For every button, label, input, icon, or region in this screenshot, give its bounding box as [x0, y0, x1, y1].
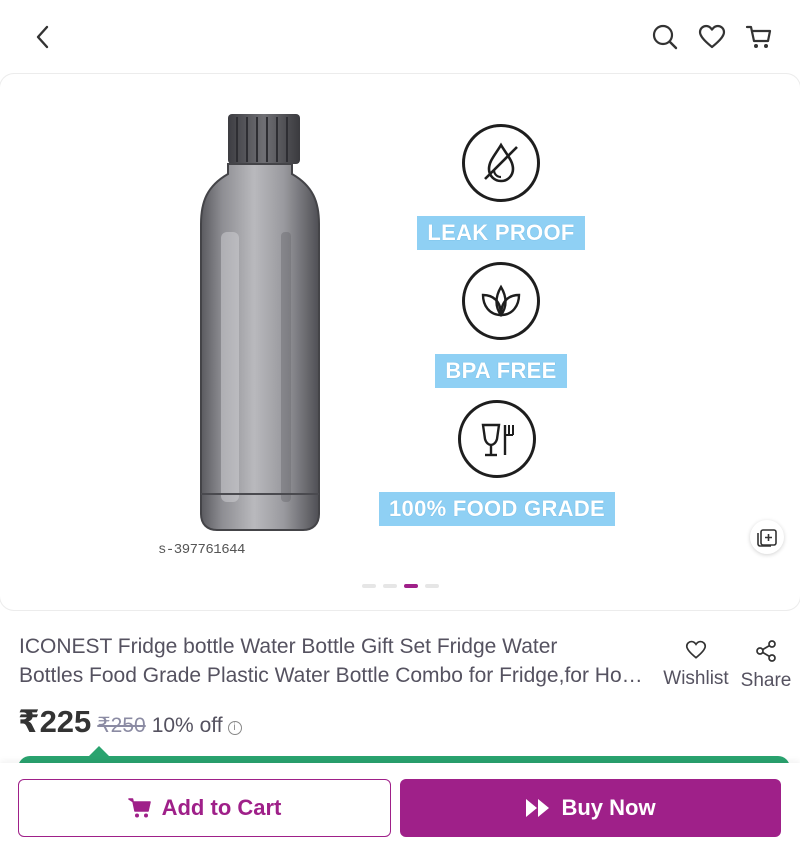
- add-to-compare-button[interactable]: [750, 520, 784, 554]
- cart-icon: [127, 798, 151, 818]
- carousel-dot[interactable]: [382, 584, 397, 588]
- original-price: ₹250: [97, 714, 146, 737]
- fast-forward-icon: [526, 799, 550, 817]
- discount-label: 10% off: [151, 714, 223, 737]
- glass-fork-icon: [458, 400, 536, 478]
- product-title-line: Bottles Food Grade Plastic Water Bottle …: [19, 664, 655, 687]
- selling-price: ₹225: [18, 704, 92, 739]
- no-drop-icon: [462, 124, 540, 202]
- leaf-icon: [462, 262, 540, 340]
- product-sku-watermark: s-397761644: [158, 542, 245, 558]
- compare-icon: [757, 529, 777, 547]
- info-icon[interactable]: i: [227, 720, 242, 735]
- product-bottle-image: [200, 114, 320, 531]
- carousel-indicator: [0, 584, 800, 588]
- cart-header-button[interactable]: [744, 22, 774, 52]
- feature-leak-proof: LEAK PROOF: [407, 124, 595, 250]
- product-title: ICONEST Fridge bottle Water Bottle Gift …: [19, 632, 655, 690]
- heart-icon: [698, 24, 726, 49]
- product-image-carousel[interactable]: s-397761644 LEAK PROOF BPA FREE 100% FOO…: [0, 74, 800, 610]
- search-icon: [652, 24, 678, 50]
- wishlist-button[interactable]: Wishlist: [660, 640, 732, 690]
- carousel-dot[interactable]: [361, 584, 376, 588]
- wishlist-header-button[interactable]: [697, 22, 727, 52]
- feature-bpa-free: BPA FREE: [428, 262, 574, 388]
- product-title-line: ICONEST Fridge bottle Water Bottle Gift …: [19, 635, 558, 658]
- share-icon: [756, 640, 776, 662]
- chevron-left-icon: [36, 25, 49, 49]
- buy-now-button[interactable]: Buy Now: [400, 779, 781, 837]
- feature-label: LEAK PROOF: [417, 216, 585, 250]
- top-app-bar: [0, 0, 800, 74]
- add-to-cart-button[interactable]: Add to Cart: [18, 779, 391, 837]
- cart-icon: [745, 25, 772, 48]
- back-button[interactable]: [28, 22, 58, 52]
- buy-now-label: Buy Now: [561, 795, 656, 820]
- add-to-cart-label: Add to Cart: [161, 795, 282, 820]
- bottom-action-bar: Add to Cart Buy Now: [0, 763, 800, 851]
- feature-label: BPA FREE: [435, 354, 567, 388]
- wishlist-label: Wishlist: [663, 668, 729, 689]
- price-row: ₹225 ₹250 10% off i: [18, 704, 242, 740]
- share-label: Share: [740, 670, 792, 691]
- search-button[interactable]: [650, 22, 680, 52]
- carousel-dot-active[interactable]: [403, 584, 418, 588]
- feature-label: 100% FOOD GRADE: [379, 492, 615, 526]
- heart-icon: [685, 640, 707, 659]
- carousel-dot[interactable]: [424, 584, 439, 588]
- feature-food-grade: 100% FOOD GRADE: [368, 400, 626, 526]
- share-button[interactable]: Share: [738, 640, 794, 692]
